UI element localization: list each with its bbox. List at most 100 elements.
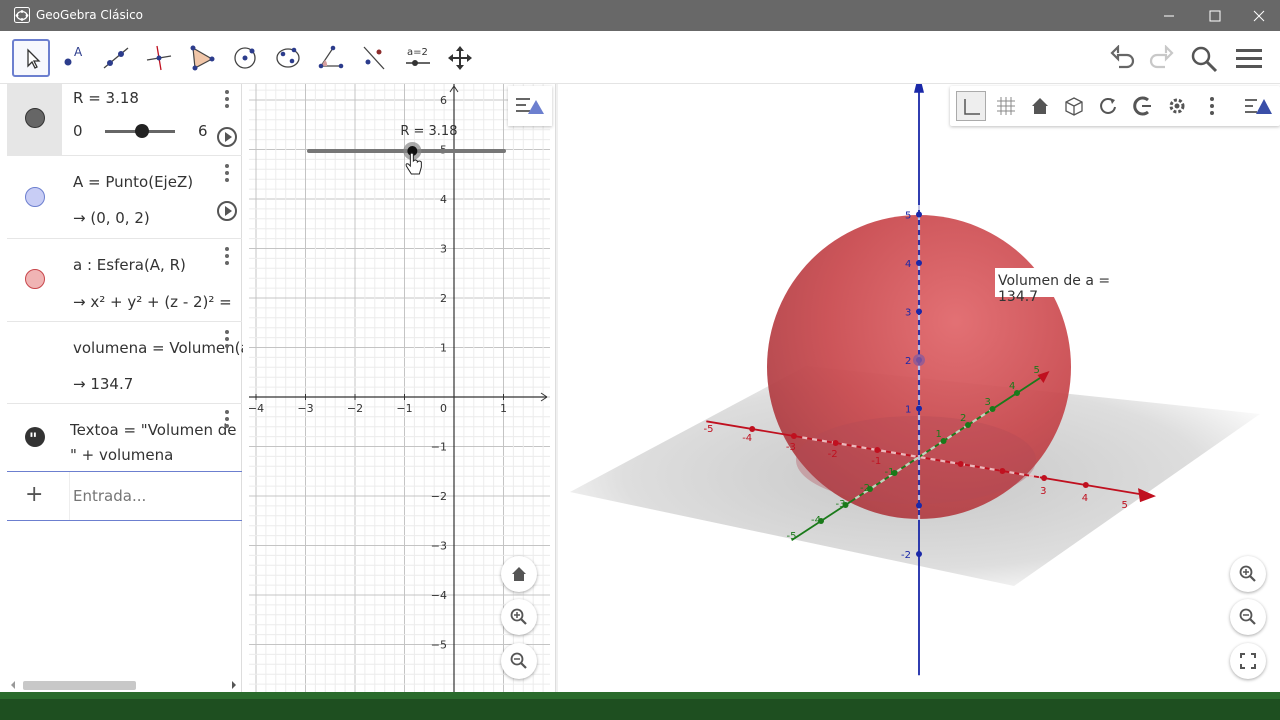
- home-view-button[interactable]: [501, 556, 537, 592]
- y-tick-label: 1: [440, 342, 447, 355]
- horizontal-scrollbar[interactable]: [7, 678, 242, 692]
- z-axis-arrow: [914, 84, 924, 93]
- algebra-row-text[interactable]: " Textoa = "Volumen de " + volumena: [7, 404, 242, 471]
- x-axis-tick-label: 3: [1040, 486, 1046, 497]
- algebra-row-volume[interactable]: volumena = Volumen(a) → 134.7: [7, 322, 243, 404]
- slider-definition[interactable]: R = 3.18: [73, 89, 243, 107]
- move-tool-button[interactable]: [12, 39, 50, 77]
- y-axis-tick-label: 1: [936, 429, 942, 440]
- settings-button[interactable]: [1162, 91, 1192, 121]
- scrollbar-thumb[interactable]: [23, 681, 136, 690]
- row-menu-icon[interactable]: [225, 247, 231, 265]
- visibility-marble[interactable]: [25, 269, 45, 289]
- y-tick-label: 3: [440, 243, 447, 256]
- polygon-tool-button[interactable]: [183, 39, 221, 77]
- point-tool-button[interactable]: A: [55, 39, 93, 77]
- graphics-2d-style-toggle[interactable]: [508, 86, 552, 126]
- row-menu-icon[interactable]: [225, 90, 231, 108]
- grid-icon: [997, 97, 1015, 115]
- projection-button[interactable]: [1127, 91, 1157, 121]
- main-menu-button[interactable]: [1231, 41, 1267, 77]
- point-definition[interactable]: A = Punto(EjeZ): [73, 173, 243, 191]
- y-axis-tick-label: -4: [811, 515, 821, 526]
- standard-view-button[interactable]: [1025, 91, 1055, 121]
- projection-icon: [1133, 96, 1151, 116]
- show-grid-button[interactable]: [991, 91, 1021, 121]
- z-axis-tick-label: -2: [901, 550, 911, 561]
- scroll-left-icon[interactable]: [9, 680, 17, 690]
- canvas-slider-label: R = 3.18: [400, 124, 457, 139]
- zoom-in-3d-button[interactable]: [1230, 556, 1266, 592]
- scroll-right-icon[interactable]: [230, 680, 238, 690]
- y-axis-tick-label: 2: [960, 413, 966, 424]
- volume-definition[interactable]: volumena = Volumen(a): [73, 339, 243, 357]
- perpendicular-tool-button[interactable]: [140, 39, 178, 77]
- z-axis-tick-label: 4: [905, 259, 911, 270]
- sphere-definition[interactable]: a : Esfera(A, R): [73, 256, 243, 274]
- redo-button[interactable]: [1142, 41, 1178, 77]
- angle-tool-button[interactable]: [312, 39, 350, 77]
- view-direction-button[interactable]: [1059, 91, 1089, 121]
- text-definition[interactable]: Textoa = "Volumen de: [70, 421, 240, 439]
- zoom-out-icon: [510, 652, 527, 669]
- close-icon: [1253, 10, 1265, 22]
- slider-knob[interactable]: [135, 124, 149, 138]
- angle-icon: [318, 45, 344, 69]
- zoom-out-3d-button[interactable]: [1230, 599, 1266, 635]
- algebra-input[interactable]: [69, 472, 239, 520]
- slider-max: 6: [198, 122, 208, 140]
- undo-icon: [1110, 45, 1135, 69]
- play-animation-icon[interactable]: [217, 127, 237, 147]
- graphics-3d-canvas[interactable]: -5 -4 -3 -2 -1 3 4 5 -5 -4 -3 -2 -1 1 2 3 4 5 -2 1 2 3 4 5: [558, 84, 1280, 692]
- rotate-view-button[interactable]: [1093, 91, 1123, 121]
- play-animation-icon[interactable]: [217, 201, 237, 221]
- reflect-tool-button[interactable]: [355, 39, 393, 77]
- style-bar-toggle[interactable]: [1240, 91, 1276, 121]
- graphics-view-2d[interactable]: 6543210−1−2−3−4−5−4−3−2−11R = 3.18: [249, 84, 550, 692]
- algebra-row-sphere[interactable]: a : Esfera(A, R) → x² + y² + (z - 2)² =: [7, 239, 242, 322]
- zoom-out-button[interactable]: [501, 643, 537, 679]
- text-quote-icon[interactable]: ": [25, 427, 45, 448]
- y-axis-tick-label: -5: [787, 531, 797, 542]
- conic-tool-button[interactable]: [269, 39, 307, 77]
- zoom-in-button[interactable]: [501, 599, 537, 635]
- y-tick-label: −5: [431, 639, 447, 652]
- hamburger-menu-icon: [1236, 49, 1262, 68]
- y-axis-tick-label: 5: [1034, 365, 1040, 376]
- circle-tool-button[interactable]: [226, 39, 264, 77]
- undo-button[interactable]: [1106, 41, 1142, 77]
- z-axis-tick-label: 5: [905, 211, 911, 222]
- home-icon: [1032, 98, 1048, 114]
- graphics-view-3d[interactable]: -5 -4 -3 -2 -1 3 4 5 -5 -4 -3 -2 -1 1 2 3 4 5 -2 1 2 3 4 5: [558, 84, 1280, 692]
- kebab-menu-icon: [1210, 97, 1214, 115]
- volume-text-label[interactable]: Volumen de a = 134.7: [995, 268, 1150, 305]
- row-menu-icon[interactable]: [225, 164, 231, 182]
- maximize-button[interactable]: [1192, 0, 1238, 31]
- row-menu-icon[interactable]: [225, 410, 231, 428]
- move-view-tool-button[interactable]: [441, 39, 479, 77]
- algebra-row-slider[interactable]: R = 3.18 0 6: [7, 84, 242, 156]
- svg-text:A: A: [74, 45, 83, 59]
- z-axis-tick-label: 1: [905, 405, 911, 416]
- cube-icon: [1065, 97, 1083, 116]
- row-menu-icon[interactable]: [225, 330, 231, 348]
- perpendicular-line-icon: [146, 45, 172, 71]
- line-tool-button[interactable]: [97, 39, 135, 77]
- visibility-marble[interactable]: [25, 108, 45, 128]
- fullscreen-button[interactable]: [1230, 643, 1266, 679]
- show-axes-button[interactable]: [956, 91, 986, 121]
- close-button[interactable]: [1236, 0, 1280, 31]
- more-options-button[interactable]: [1197, 91, 1227, 121]
- minimize-button[interactable]: [1146, 0, 1192, 31]
- graphics-2d-canvas[interactable]: 6543210−1−2−3−4−5−4−3−2−11R = 3.18: [249, 84, 550, 692]
- z-axis-tick-label: 2: [905, 356, 911, 367]
- x-axis-tick-label: -1: [871, 456, 881, 467]
- slider-tool-label: a=2: [407, 47, 428, 58]
- style-bar-toggle-icon: [516, 98, 544, 114]
- slider-tool-button[interactable]: a=2: [398, 39, 436, 77]
- algebra-row-point[interactable]: A = Punto(EjeZ) → (0, 0, 2): [7, 156, 242, 239]
- add-icon[interactable]: +: [25, 482, 43, 507]
- y-tick-label: −1: [431, 441, 447, 454]
- search-button[interactable]: [1186, 41, 1222, 77]
- visibility-marble[interactable]: [25, 187, 45, 207]
